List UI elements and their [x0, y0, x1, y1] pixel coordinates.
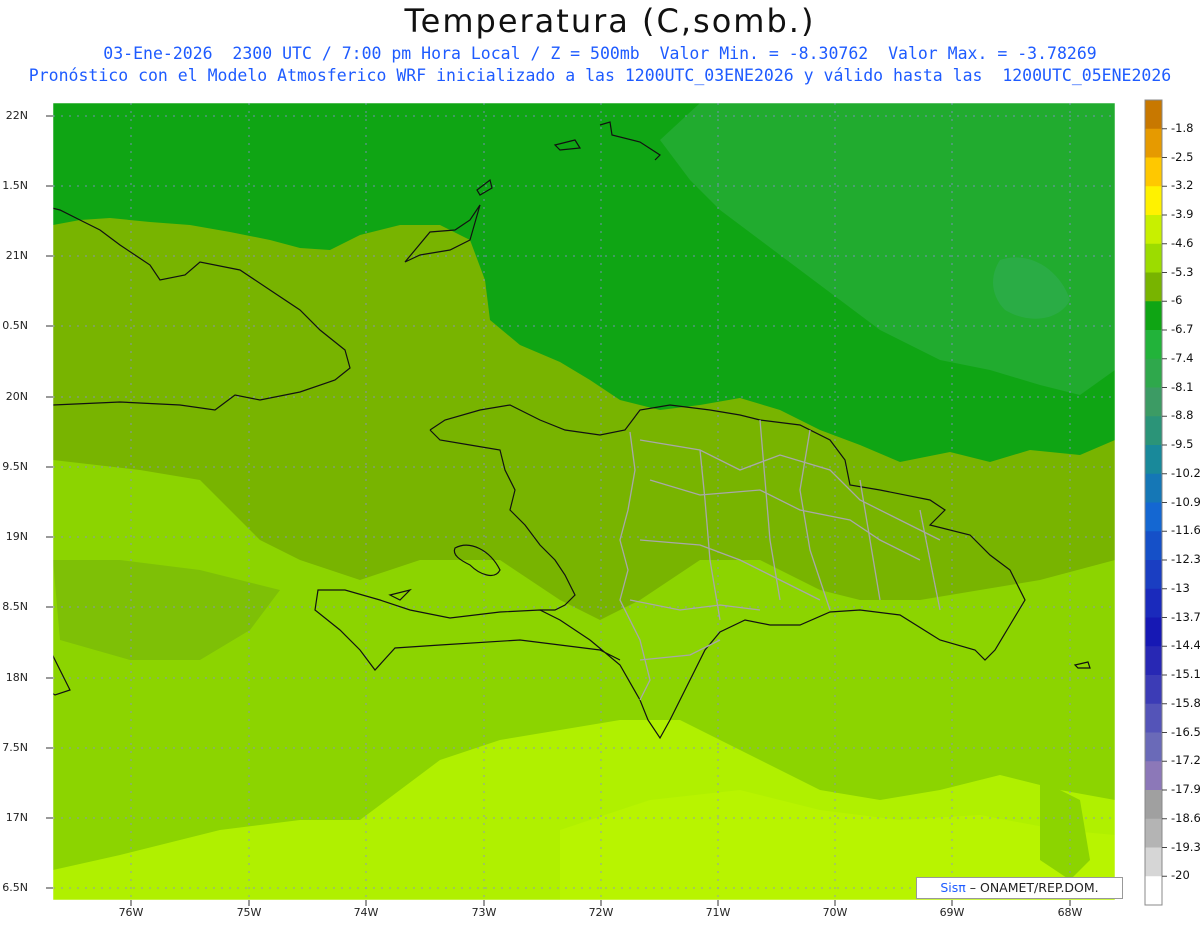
- lat-label: 21N: [5, 249, 28, 262]
- lat-label: 8.5N: [2, 600, 28, 613]
- colorbar-swatch: [1145, 876, 1162, 906]
- colorbar-label: -15.1: [1171, 667, 1200, 681]
- lat-label: 19N: [5, 530, 28, 543]
- colorbar-swatch: [1145, 761, 1162, 791]
- colorbar-swatch: [1145, 445, 1162, 475]
- colorbar-label: -14.4: [1171, 638, 1200, 653]
- colorbar-swatch: [1145, 703, 1162, 733]
- colorbar-label: -16.5: [1171, 724, 1200, 739]
- colorbar-label: -6: [1171, 293, 1183, 308]
- colorbar-swatch: [1145, 646, 1162, 676]
- colorbar-label: -2.5: [1171, 149, 1194, 164]
- temperature-field: [53, 103, 1115, 900]
- lat-label: 22N: [5, 109, 28, 122]
- colorbar-label: -3.2: [1171, 178, 1194, 193]
- colorbar: [1144, 99, 1167, 906]
- colorbar-label: -17.2: [1171, 753, 1200, 768]
- lat-label: 6.5N: [2, 881, 28, 894]
- colorbar-label: -3.9: [1171, 207, 1194, 221]
- colorbar-label: -17.9: [1171, 782, 1200, 796]
- colorbar-label: -9.5: [1171, 437, 1194, 451]
- colorbar-swatch: [1145, 617, 1162, 647]
- lon-label: 73W: [471, 906, 497, 919]
- colorbar-swatch: [1145, 387, 1162, 417]
- colorbar-swatch: [1145, 272, 1162, 302]
- lon-label: 76W: [118, 906, 144, 919]
- colorbar-label: -13: [1171, 580, 1190, 595]
- lon-label: 68W: [1057, 906, 1083, 919]
- colorbar-label: -10.2: [1171, 465, 1200, 480]
- lat-label: 9.5N: [2, 460, 28, 473]
- colorbar-swatch: [1145, 847, 1162, 877]
- colorbar-label: -4.6: [1171, 235, 1194, 250]
- colorbar-swatch: [1145, 358, 1162, 388]
- credit-brand: Sisπ: [940, 880, 966, 895]
- colorbar-label: -8.1: [1171, 379, 1194, 394]
- colorbar-label: -19.3: [1171, 839, 1200, 854]
- colorbar-swatch: [1145, 732, 1162, 762]
- temperature-map: [46, 99, 1167, 906]
- colorbar-swatch: [1145, 157, 1162, 187]
- colorbar-label: -8.8: [1171, 408, 1194, 423]
- lon-label: 72W: [588, 906, 614, 919]
- colorbar-swatch: [1145, 243, 1162, 273]
- colorbar-swatch: [1145, 818, 1162, 848]
- lat-label: 1.5N: [2, 179, 28, 192]
- colorbar-swatch: [1145, 128, 1162, 158]
- colorbar-label: -5.3: [1171, 264, 1194, 279]
- colorbar-swatch: [1145, 416, 1162, 446]
- colorbar-swatch: [1145, 100, 1162, 130]
- lat-label: 17N: [5, 811, 28, 824]
- colorbar-swatch: [1145, 186, 1162, 216]
- credit-box: Sisπ – ONAMET/REP.DOM.: [916, 877, 1123, 899]
- colorbar-label: -12.3: [1171, 552, 1200, 566]
- lon-label: 75W: [236, 906, 262, 919]
- colorbar-swatch: [1145, 588, 1162, 618]
- colorbar-swatch: [1145, 790, 1162, 820]
- lon-label: 71W: [705, 906, 731, 919]
- colorbar-label: -13.7: [1171, 609, 1200, 624]
- lat-label: 20N: [5, 390, 28, 403]
- colorbar-swatch: [1145, 301, 1162, 331]
- colorbar-label: -6.7: [1171, 322, 1194, 336]
- lon-label: 74W: [353, 906, 379, 919]
- lat-label: 7.5N: [2, 741, 28, 754]
- colorbar-label: -15.8: [1171, 695, 1200, 710]
- lat-label: 0.5N: [2, 319, 28, 332]
- lat-label: 18N: [5, 671, 28, 684]
- credit-text: – ONAMET/REP.DOM.: [965, 880, 1099, 895]
- colorbar-swatch: [1145, 531, 1162, 561]
- lon-label: 69W: [939, 906, 965, 919]
- colorbar-swatch: [1145, 560, 1162, 590]
- colorbar-label: -10.9: [1171, 494, 1200, 509]
- colorbar-label: -11.6: [1171, 523, 1200, 538]
- colorbar-label: -7.4: [1171, 350, 1194, 365]
- lon-label: 70W: [822, 906, 848, 919]
- colorbar-label: -20: [1171, 868, 1190, 883]
- colorbar-swatch: [1145, 215, 1162, 245]
- colorbar-label: -1.8: [1171, 120, 1194, 135]
- colorbar-swatch: [1145, 675, 1162, 705]
- colorbar-swatch: [1145, 473, 1162, 503]
- colorbar-label: -18.6: [1171, 810, 1200, 825]
- colorbar-swatch: [1145, 330, 1162, 360]
- colorbar-swatch: [1145, 502, 1162, 532]
